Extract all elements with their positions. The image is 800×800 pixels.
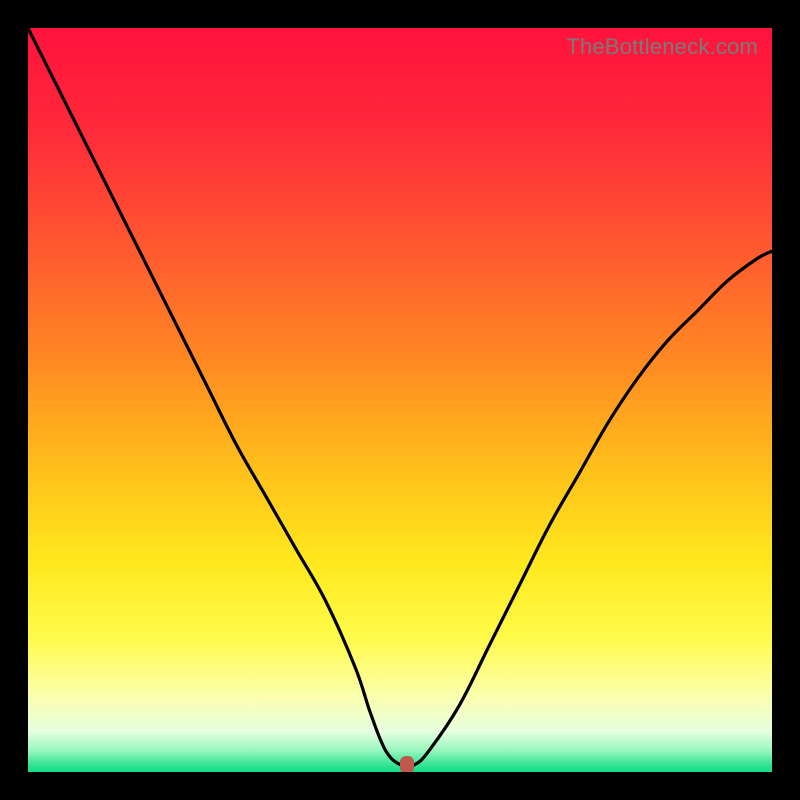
chart-frame: TheBottleneck.com <box>0 0 800 800</box>
bottleneck-curve <box>28 28 772 772</box>
plot-area: TheBottleneck.com <box>28 28 772 772</box>
optimal-point-marker <box>400 756 414 772</box>
